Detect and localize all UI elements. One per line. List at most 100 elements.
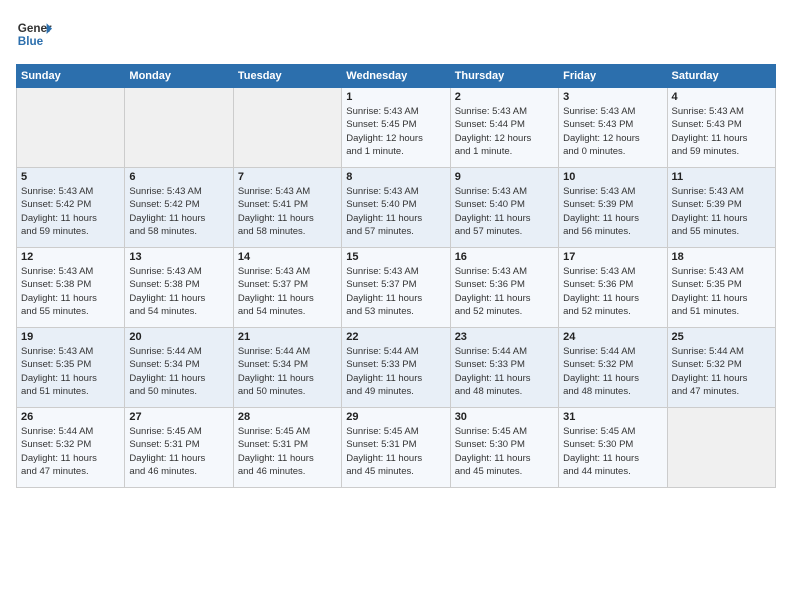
calendar-cell [125, 88, 233, 168]
day-number: 20 [129, 331, 228, 343]
calendar-cell: 20 Sunrise: 5:44 AM Sunset: 5:34 PM Dayli… [125, 328, 233, 408]
weekday-header-wednesday: Wednesday [342, 65, 450, 88]
weekday-header-saturday: Saturday [667, 65, 775, 88]
day-number: 17 [563, 251, 662, 263]
calendar-cell: 8 Sunrise: 5:43 AM Sunset: 5:40 PM Daylig… [342, 168, 450, 248]
calendar-week-4: 19 Sunrise: 5:43 AM Sunset: 5:35 PM Dayli… [17, 328, 776, 408]
calendar-cell: 13Sunrise: 5:43 AM Sunset: 5:38 PM Dayli… [125, 248, 233, 328]
day-info: Sunrise: 5:44 AM Sunset: 5:33 PM Dayligh… [346, 345, 445, 398]
day-number: 12 [21, 251, 120, 263]
day-number: 23 [455, 331, 554, 343]
calendar-cell: 17 Sunrise: 5:43 AM Sunset: 5:36 PM Dayli… [559, 248, 667, 328]
calendar-cell: 2 Sunrise: 5:43 AM Sunset: 5:44 PM Daylig… [450, 88, 558, 168]
day-number: 2 [455, 91, 554, 103]
day-info: Sunrise: 5:43 AM Sunset: 5:40 PM Dayligh… [455, 185, 554, 238]
calendar-cell: 1 Sunrise: 5:43 AM Sunset: 5:45 PM Daylig… [342, 88, 450, 168]
day-number: 31 [563, 411, 662, 423]
day-number: 27 [129, 411, 228, 423]
day-number: 26 [21, 411, 120, 423]
calendar-cell: 15Sunrise: 5:43 AM Sunset: 5:37 PM Dayli… [342, 248, 450, 328]
day-info: Sunrise: 5:43 AM Sunset: 5:45 PM Dayligh… [346, 105, 445, 158]
calendar-cell: 30 Sunrise: 5:45 AM Sunset: 5:30 PM Dayli… [450, 408, 558, 488]
day-info: Sunrise: 5:43 AM Sunset: 5:36 PM Dayligh… [563, 265, 662, 318]
day-info: Sunrise: 5:44 AM Sunset: 5:32 PM Dayligh… [21, 425, 120, 478]
weekday-header-thursday: Thursday [450, 65, 558, 88]
day-info: Sunrise: 5:43 AM Sunset: 5:43 PM Dayligh… [672, 105, 771, 158]
day-info: Sunrise: 5:43 AM Sunset: 5:42 PM Dayligh… [21, 185, 120, 238]
calendar-cell: 25Sunrise: 5:44 AM Sunset: 5:32 PM Dayli… [667, 328, 775, 408]
day-info: Sunrise: 5:43 AM Sunset: 5:35 PM Dayligh… [672, 265, 771, 318]
calendar-cell: 5 Sunrise: 5:43 AM Sunset: 5:42 PM Daylig… [17, 168, 125, 248]
day-number: 14 [238, 251, 337, 263]
day-number: 19 [21, 331, 120, 343]
day-info: Sunrise: 5:45 AM Sunset: 5:30 PM Dayligh… [563, 425, 662, 478]
calendar-cell: 24Sunrise: 5:44 AM Sunset: 5:32 PM Dayli… [559, 328, 667, 408]
calendar-cell [233, 88, 341, 168]
day-number: 7 [238, 171, 337, 183]
day-number: 5 [21, 171, 120, 183]
day-info: Sunrise: 5:43 AM Sunset: 5:40 PM Dayligh… [346, 185, 445, 238]
logo: General Blue [16, 16, 56, 52]
calendar-cell: 12 Sunrise: 5:43 AM Sunset: 5:38 PM Dayli… [17, 248, 125, 328]
calendar-cell: 16 Sunrise: 5:43 AM Sunset: 5:36 PM Dayli… [450, 248, 558, 328]
calendar-week-3: 12 Sunrise: 5:43 AM Sunset: 5:38 PM Dayli… [17, 248, 776, 328]
day-info: Sunrise: 5:43 AM Sunset: 5:36 PM Dayligh… [455, 265, 554, 318]
calendar-cell: 11 Sunrise: 5:43 AM Sunset: 5:39 PM Dayli… [667, 168, 775, 248]
day-info: Sunrise: 5:44 AM Sunset: 5:32 PM Dayligh… [563, 345, 662, 398]
day-number: 4 [672, 91, 771, 103]
calendar-cell [17, 88, 125, 168]
calendar-cell: 10 Sunrise: 5:43 AM Sunset: 5:39 PM Dayli… [559, 168, 667, 248]
calendar-cell: 9 Sunrise: 5:43 AM Sunset: 5:40 PM Daylig… [450, 168, 558, 248]
calendar-cell: 22 Sunrise: 5:44 AM Sunset: 5:33 PM Dayli… [342, 328, 450, 408]
day-number: 30 [455, 411, 554, 423]
calendar-cell: 19 Sunrise: 5:43 AM Sunset: 5:35 PM Dayli… [17, 328, 125, 408]
day-number: 9 [455, 171, 554, 183]
calendar-cell: 31 Sunrise: 5:45 AM Sunset: 5:30 PM Dayli… [559, 408, 667, 488]
calendar-body: 1 Sunrise: 5:43 AM Sunset: 5:45 PM Daylig… [17, 88, 776, 488]
day-number: 1 [346, 91, 445, 103]
day-info: Sunrise: 5:43 AM Sunset: 5:39 PM Dayligh… [672, 185, 771, 238]
day-info: Sunrise: 5:43 AM Sunset: 5:41 PM Dayligh… [238, 185, 337, 238]
day-info: Sunrise: 5:45 AM Sunset: 5:30 PM Dayligh… [455, 425, 554, 478]
day-info: Sunrise: 5:43 AM Sunset: 5:38 PM Dayligh… [129, 265, 228, 318]
day-number: 15 [346, 251, 445, 263]
calendar-header: SundayMondayTuesdayWednesdayThursdayFrid… [17, 65, 776, 88]
day-number: 11 [672, 171, 771, 183]
day-info: Sunrise: 5:43 AM Sunset: 5:43 PM Dayligh… [563, 105, 662, 158]
weekday-header-monday: Monday [125, 65, 233, 88]
calendar-cell [667, 408, 775, 488]
calendar-cell: 21Sunrise: 5:44 AM Sunset: 5:34 PM Dayli… [233, 328, 341, 408]
day-info: Sunrise: 5:45 AM Sunset: 5:31 PM Dayligh… [129, 425, 228, 478]
day-info: Sunrise: 5:44 AM Sunset: 5:33 PM Dayligh… [455, 345, 554, 398]
weekday-header-sunday: Sunday [17, 65, 125, 88]
calendar-cell: 18 Sunrise: 5:43 AM Sunset: 5:35 PM Dayli… [667, 248, 775, 328]
weekday-header-tuesday: Tuesday [233, 65, 341, 88]
day-number: 22 [346, 331, 445, 343]
day-number: 3 [563, 91, 662, 103]
day-number: 8 [346, 171, 445, 183]
day-info: Sunrise: 5:44 AM Sunset: 5:34 PM Dayligh… [238, 345, 337, 398]
calendar-cell: 14 Sunrise: 5:43 AM Sunset: 5:37 PM Dayli… [233, 248, 341, 328]
weekday-header-row: SundayMondayTuesdayWednesdayThursdayFrid… [17, 65, 776, 88]
calendar-cell: 23 Sunrise: 5:44 AM Sunset: 5:33 PM Dayli… [450, 328, 558, 408]
day-info: Sunrise: 5:44 AM Sunset: 5:34 PM Dayligh… [129, 345, 228, 398]
day-info: Sunrise: 5:43 AM Sunset: 5:37 PM Dayligh… [238, 265, 337, 318]
day-info: Sunrise: 5:45 AM Sunset: 5:31 PM Dayligh… [346, 425, 445, 478]
day-number: 28 [238, 411, 337, 423]
weekday-header-friday: Friday [559, 65, 667, 88]
calendar-cell: 6Sunrise: 5:43 AM Sunset: 5:42 PM Daylig… [125, 168, 233, 248]
day-number: 29 [346, 411, 445, 423]
calendar-cell: 4 Sunrise: 5:43 AM Sunset: 5:43 PM Daylig… [667, 88, 775, 168]
calendar-table: SundayMondayTuesdayWednesdayThursdayFrid… [16, 64, 776, 488]
day-info: Sunrise: 5:43 AM Sunset: 5:44 PM Dayligh… [455, 105, 554, 158]
calendar-week-1: 1 Sunrise: 5:43 AM Sunset: 5:45 PM Daylig… [17, 88, 776, 168]
day-info: Sunrise: 5:45 AM Sunset: 5:31 PM Dayligh… [238, 425, 337, 478]
calendar-cell: 29 Sunrise: 5:45 AM Sunset: 5:31 PM Dayli… [342, 408, 450, 488]
day-number: 10 [563, 171, 662, 183]
calendar-cell: 26 Sunrise: 5:44 AM Sunset: 5:32 PM Dayli… [17, 408, 125, 488]
day-info: Sunrise: 5:43 AM Sunset: 5:35 PM Dayligh… [21, 345, 120, 398]
day-number: 16 [455, 251, 554, 263]
day-info: Sunrise: 5:43 AM Sunset: 5:39 PM Dayligh… [563, 185, 662, 238]
day-info: Sunrise: 5:43 AM Sunset: 5:38 PM Dayligh… [21, 265, 120, 318]
day-number: 18 [672, 251, 771, 263]
